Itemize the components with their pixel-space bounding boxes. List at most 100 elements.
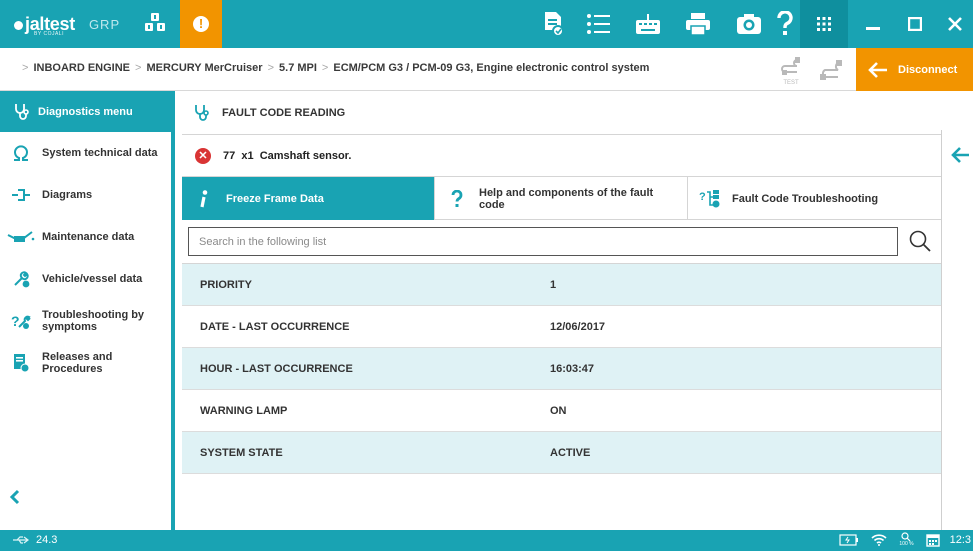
disconnect-button[interactable]: Disconnect <box>856 48 973 91</box>
apps-grid-button[interactable] <box>800 0 848 48</box>
table-row[interactable]: WARNING LAMP ON <box>182 390 941 432</box>
sidebar-collapse-button[interactable] <box>8 489 22 510</box>
zoom-value: 100 % <box>899 541 914 547</box>
warning-button[interactable]: ! <box>180 0 222 48</box>
minimize-button[interactable] <box>852 0 894 48</box>
sidebar: Diagnostics menu System technical data D… <box>0 91 175 530</box>
tab-freeze-frame-data[interactable]: Freeze Frame Data <box>182 177 435 220</box>
calendar-icon <box>925 533 940 547</box>
page-title: FAULT CODE READING <box>222 106 346 119</box>
sidebar-header-label: Diagnostics menu <box>38 105 133 118</box>
sidebar-item-releases-and-procedures[interactable]: Releases and Procedures <box>0 342 171 384</box>
magnifier-icon <box>901 532 911 541</box>
document-globe-icon <box>0 353 42 373</box>
row-value: ON <box>550 404 567 417</box>
cubes-icon <box>144 12 166 39</box>
sidebar-item-label: System technical data <box>42 147 158 159</box>
search-bar <box>182 220 941 264</box>
clock: 12:3 <box>949 534 971 546</box>
brand-group: GRP <box>88 16 121 32</box>
diagram-icon <box>0 186 42 204</box>
wrench-globe-icon <box>0 270 42 288</box>
report-icon[interactable] <box>540 11 568 37</box>
keyboard-icon[interactable] <box>634 11 662 37</box>
row-key: DATE - LAST OCCURRENCE <box>200 320 350 333</box>
question-icon <box>435 189 479 208</box>
brand-sub: BY COJALI <box>34 31 64 37</box>
sidebar-item-troubleshooting-by-symptoms[interactable]: ? Troubleshooting by symptoms <box>0 300 171 342</box>
tab-label: Freeze Frame Data <box>226 192 324 205</box>
apps-grid-icon <box>817 17 831 31</box>
chevron-left-icon <box>9 489 20 505</box>
connector-icon[interactable] <box>818 58 844 82</box>
voltage-indicator: 24.3 <box>12 534 57 546</box>
row-key: HOUR - LAST OCCURRENCE <box>200 362 353 375</box>
back-button[interactable] <box>950 146 970 169</box>
fault-code-row[interactable]: ✕ 77 x1 Camshaft sensor. <box>182 135 941 177</box>
svg-text:?: ? <box>11 313 20 329</box>
sidebar-item-system-technical-data[interactable]: System technical data <box>0 132 171 174</box>
print-icon[interactable] <box>684 11 712 37</box>
sidebar-item-label: Diagrams <box>42 189 93 201</box>
logo-dot <box>14 21 23 30</box>
close-button[interactable] <box>936 0 973 48</box>
search-icon[interactable] <box>908 229 932 253</box>
breadcrumb-item[interactable]: MERCURY MerCruiser <box>146 62 262 74</box>
close-icon <box>947 17 962 31</box>
fault-code-text: 77 x1 Camshaft sensor. <box>223 149 352 162</box>
disconnect-label: Disconnect <box>898 63 958 76</box>
tab-fault-code-troubleshooting[interactable]: ? Fault Code Troubleshooting <box>688 177 941 220</box>
troubleshoot-icon: ? <box>0 312 42 330</box>
sidebar-item-vehicle-vessel-data[interactable]: Vehicle/vessel data <box>0 258 171 300</box>
system-tray: 100 % 12:3 <box>827 532 973 548</box>
wifi-icon <box>871 534 887 546</box>
sidebar-item-label: Vehicle/vessel data <box>42 273 143 285</box>
svg-text:?: ? <box>699 191 706 203</box>
right-rail <box>941 130 973 530</box>
page-title-bar: FAULT CODE READING <box>182 91 941 135</box>
table-row[interactable]: SYSTEM STATE ACTIVE <box>182 432 941 474</box>
table-row[interactable]: PRIORITY 1 <box>182 264 941 306</box>
sidebar-item-label: Releases and Procedures <box>42 351 113 375</box>
camera-icon[interactable] <box>735 11 763 37</box>
minimize-icon <box>866 27 880 30</box>
table-row[interactable]: DATE - LAST OCCURRENCE 12/06/2017 <box>182 306 941 348</box>
battery-icon <box>839 534 859 546</box>
test-connection-icon[interactable]: TEST <box>779 56 803 86</box>
search-input[interactable] <box>188 227 898 256</box>
tab-label: Help and components of the fault code <box>479 186 654 211</box>
warning-icon: ! <box>193 16 209 32</box>
oil-can-icon <box>0 230 42 244</box>
flowchart-icon: ? <box>688 189 732 209</box>
breadcrumb-item[interactable]: 5.7 MPI <box>279 62 317 74</box>
sidebar-item-diagrams[interactable]: Diagrams <box>0 174 171 216</box>
tab-help-and-components[interactable]: Help and components of the fault code <box>435 177 688 220</box>
row-value: ACTIVE <box>550 446 591 459</box>
sidebar-header[interactable]: Diagnostics menu <box>0 91 171 132</box>
stethoscope-icon <box>182 104 222 122</box>
breadcrumb-item[interactable]: ECM/PCM G3 / PCM-09 G3, Engine electroni… <box>333 62 649 74</box>
arrow-left-icon <box>951 147 969 163</box>
tab-bar: Freeze Frame Data Help and components of… <box>182 177 941 220</box>
sidebar-item-maintenance-data[interactable]: Maintenance data <box>0 216 171 258</box>
row-key: SYSTEM STATE <box>200 446 283 459</box>
table-row[interactable]: HOUR - LAST OCCURRENCE 16:03:47 <box>182 348 941 390</box>
test-label: TEST <box>783 80 799 86</box>
sidebar-item-label: Troubleshooting by symptoms <box>42 309 145 333</box>
list-icon[interactable] <box>584 11 612 37</box>
row-key: PRIORITY <box>200 278 252 291</box>
help-icon[interactable] <box>774 11 796 37</box>
error-icon: ✕ <box>195 147 211 164</box>
info-icon <box>182 189 226 208</box>
top-toolbar: jaltest BY COJALI GRP ! <box>0 0 973 48</box>
stethoscope-icon <box>6 103 38 121</box>
row-value: 16:03:47 <box>550 362 595 375</box>
tab-label: Fault Code Troubleshooting <box>732 192 879 205</box>
maximize-button[interactable] <box>894 0 936 48</box>
row-value: 12/06/2017 <box>550 320 606 333</box>
omega-icon <box>0 144 42 162</box>
breadcrumb-bar: > INBOARD ENGINE > MERCURY MerCruiser >5.7 M… <box>0 48 973 91</box>
sidebar-item-label: Maintenance data <box>42 231 135 243</box>
status-bar: 24.3 100 % 12:3 <box>0 530 973 551</box>
breadcrumb-item[interactable]: INBOARD ENGINE <box>33 62 130 74</box>
